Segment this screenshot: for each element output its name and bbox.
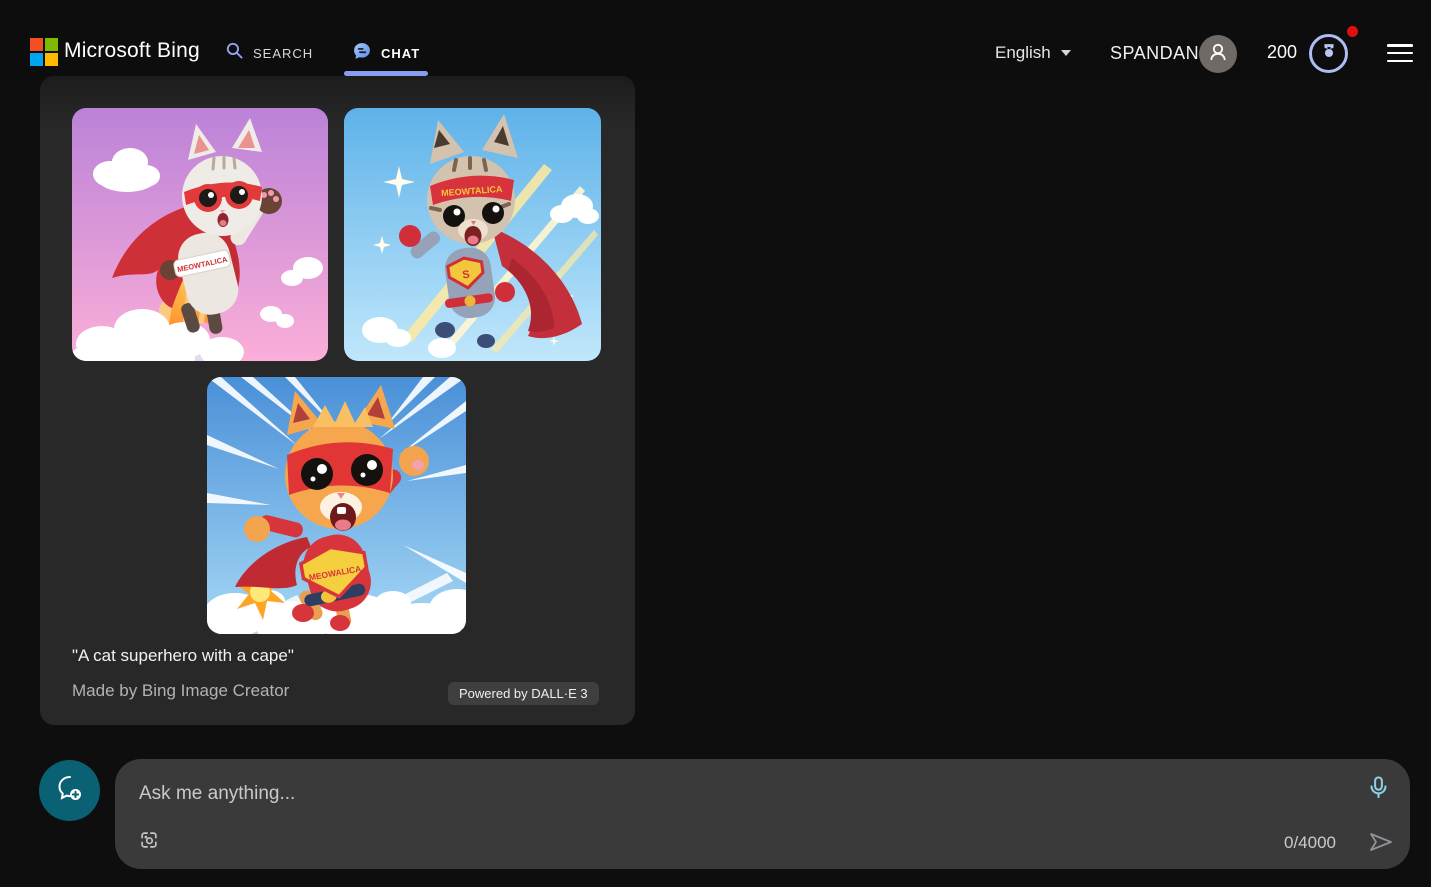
logo-square-red: [30, 38, 43, 51]
logo-square-blue: [30, 53, 43, 66]
menu-bar: [1387, 44, 1413, 47]
search-icon: [225, 41, 244, 65]
tab-search-label: SEARCH: [253, 46, 313, 61]
cat-superhero-illustration-1: MEOWTALICA: [72, 108, 328, 361]
language-dropdown[interactable]: English: [995, 43, 1071, 63]
image-prompt-caption: "A cat superhero with a cape": [72, 646, 294, 666]
send-icon[interactable]: [1367, 828, 1395, 861]
made-by-byline: Made by Bing Image Creator: [72, 681, 289, 701]
brand-title[interactable]: Microsoft Bing: [64, 39, 200, 63]
cat-superhero-illustration-2: S MEOWTALICA: [344, 108, 601, 361]
username-label[interactable]: SPANDAN: [1110, 43, 1199, 64]
logo-square-green: [45, 38, 58, 51]
user-icon: [1206, 40, 1230, 69]
generated-image-3[interactable]: MEOWALICA: [207, 377, 466, 634]
logo-square-yellow: [45, 53, 58, 66]
microphone-icon[interactable]: [1365, 774, 1392, 806]
top-navbar: Microsoft Bing SEARCH CHAT English SPAND…: [0, 0, 1431, 76]
generated-image-1[interactable]: MEOWTALICA: [72, 108, 328, 361]
menu-icon[interactable]: [1387, 44, 1413, 62]
chat-message-card: MEOWTALICA: [40, 76, 635, 725]
tab-chat-label: CHAT: [381, 46, 420, 61]
menu-bar: [1387, 52, 1413, 55]
new-topic-button[interactable]: [39, 760, 100, 821]
tab-chat[interactable]: CHAT: [352, 41, 420, 66]
menu-bar: [1387, 60, 1413, 63]
chat-composer: 0/4000: [115, 759, 1410, 869]
char-counter: 0/4000: [1284, 833, 1336, 853]
generated-image-2[interactable]: S MEOWTALICA: [344, 108, 601, 361]
notification-dot: [1347, 26, 1358, 37]
microsoft-logo-icon[interactable]: [30, 38, 58, 66]
cat-superhero-illustration-3: MEOWALICA: [207, 377, 466, 634]
rewards-button[interactable]: [1309, 34, 1348, 73]
chat-icon: [352, 41, 372, 66]
tab-search[interactable]: SEARCH: [225, 41, 313, 65]
new-topic-icon: [53, 771, 87, 810]
visual-search-icon[interactable]: [138, 829, 160, 856]
language-label: English: [995, 43, 1051, 63]
avatar[interactable]: [1199, 35, 1237, 73]
rewards-icon: [1318, 40, 1340, 67]
rewards-points: 200: [1267, 42, 1297, 63]
chat-input[interactable]: [139, 773, 1329, 815]
chevron-down-icon: [1061, 50, 1071, 56]
powered-by-badge: Powered by DALL·E 3: [448, 682, 599, 705]
active-tab-underline: [344, 71, 428, 76]
